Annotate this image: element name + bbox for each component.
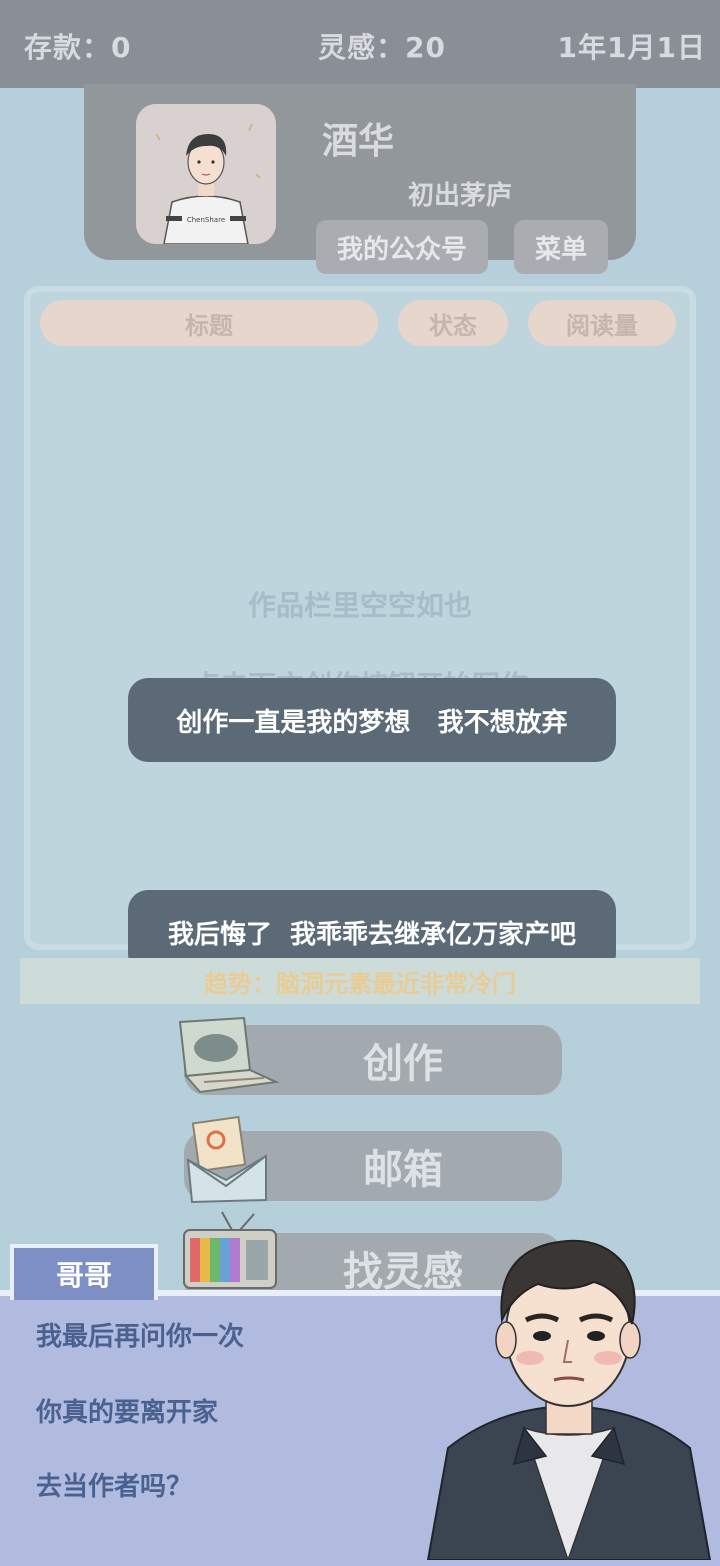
money-stat: 存款：0 <box>24 31 132 64</box>
svg-text:ChenShare: ChenShare <box>187 216 225 224</box>
envelope-icon <box>186 1116 267 1204</box>
column-header-reads: 阅读量 <box>528 300 676 346</box>
dialogue-line: 去当作者吗？ <box>36 1472 193 1502</box>
avatar[interactable]: ChenShare <box>136 104 276 244</box>
column-header-status: 状态 <box>398 300 508 346</box>
column-header-title: 标题 <box>40 300 378 346</box>
tv-icon <box>183 1211 277 1289</box>
speaker-name-tab: 哥哥 <box>10 1244 158 1300</box>
date-stat: 1年1月1日 <box>557 31 706 64</box>
choice-keep-writing-button[interactable]: 创作一直是我的梦想 我不想放弃 <box>128 678 616 762</box>
top-stats-bar: 存款：0 灵感：20 1年1月1日 <box>0 0 720 88</box>
menu-button[interactable]: 菜单 <box>514 220 608 274</box>
profile-level: 初出茅庐 <box>408 181 513 211</box>
brother-character-portrait <box>426 1239 712 1560</box>
laptop-icon <box>178 1016 280 1094</box>
trend-banner: 趋势：脑洞元素最近非常冷门 <box>20 958 700 1004</box>
dialogue-line: 你真的要离开家 <box>36 1398 219 1428</box>
inspiration-stat: 灵感：20 <box>318 31 446 64</box>
my-account-button[interactable]: 我的公众号 <box>316 220 488 274</box>
empty-works-message: 作品栏里空空如也 <box>247 589 472 622</box>
profile-name: 酒华 <box>322 121 395 162</box>
avatar-portrait-icon: ChenShare <box>136 104 276 244</box>
dialogue-line: 我最后再问你一次 <box>36 1322 245 1352</box>
